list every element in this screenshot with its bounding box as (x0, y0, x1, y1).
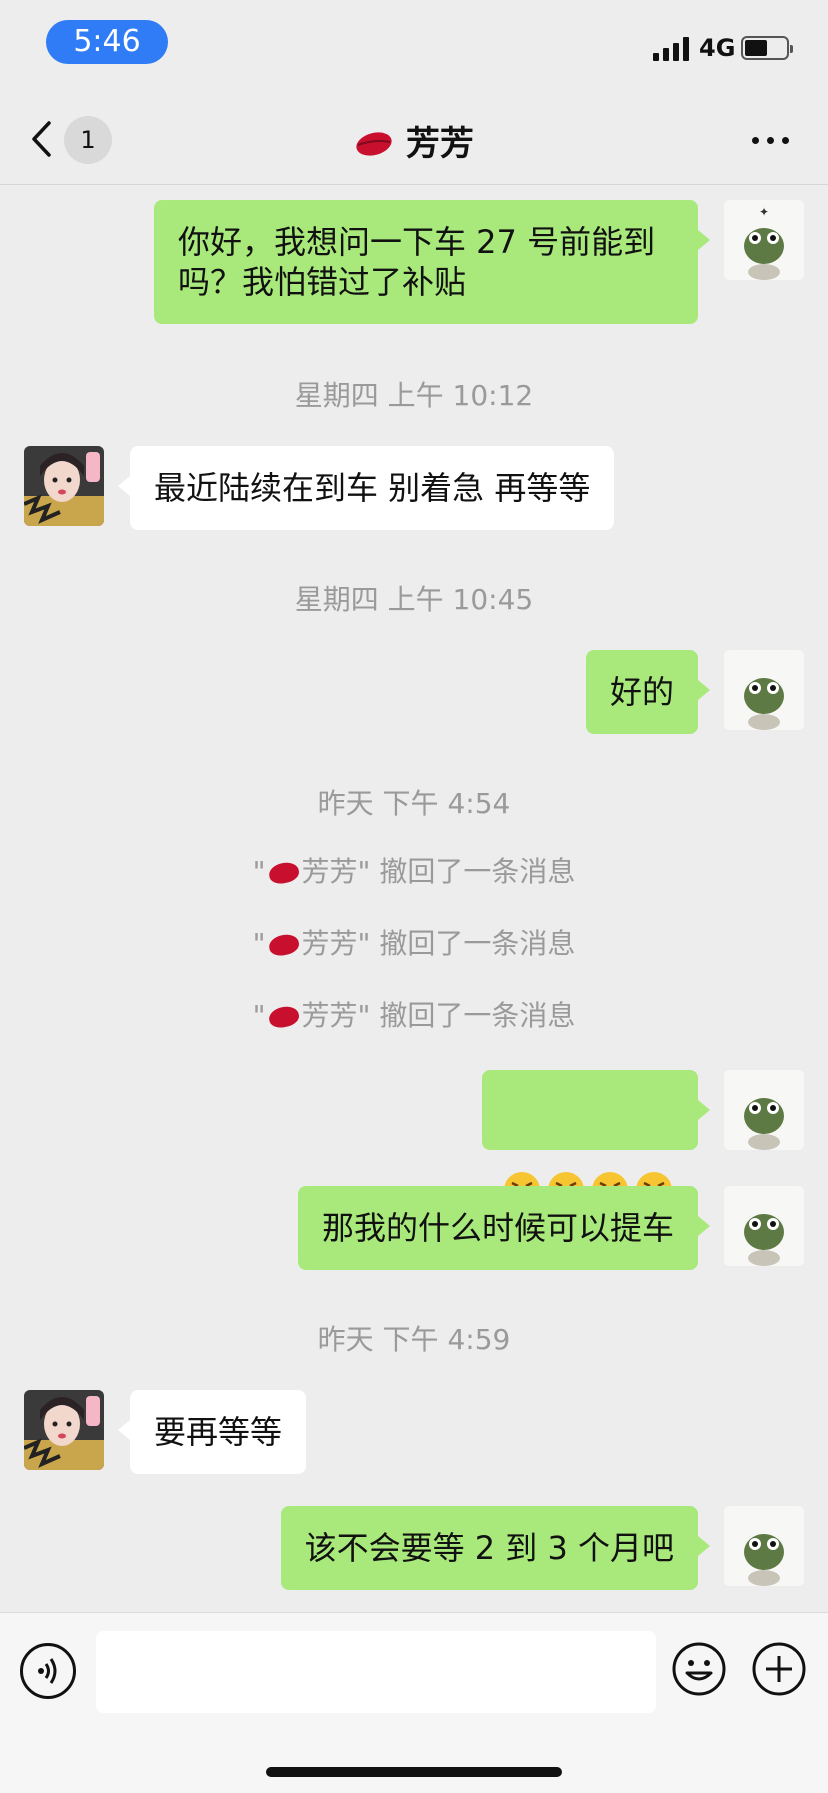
status-time[interactable]: 5:46 (46, 20, 168, 64)
status-bar: 5:46 4G (0, 0, 828, 88)
recall-notice: " 芳芳" 撤回了一条消息 (252, 927, 576, 960)
my-avatar[interactable] (724, 1186, 804, 1266)
message-input[interactable] (96, 1631, 656, 1713)
message-bubble-outgoing[interactable]: 那我的什么时候可以提车 (297, 1186, 711, 1270)
recall-text: 撤回了一条消息 (379, 855, 576, 888)
recall-text: 撤回了一条消息 (379, 927, 576, 960)
chat-title-name: 芳芳 (405, 124, 474, 164)
input-bar (0, 1612, 828, 1793)
kiss-mark-icon (266, 932, 301, 958)
message-bubble-incoming[interactable]: 要再等等 (117, 1390, 307, 1474)
contact-avatar-image (24, 1390, 104, 1470)
recall-name: 芳芳 (301, 855, 358, 888)
contact-avatar[interactable] (24, 446, 104, 526)
recall-notice: " 芳芳" 撤回了一条消息 (252, 855, 576, 888)
frog-avatar-image (724, 650, 804, 730)
battery-level (745, 40, 767, 56)
frog-avatar-image (724, 1070, 804, 1150)
message-bubble-outgoing[interactable] (482, 1070, 710, 1208)
message-bubble-outgoing[interactable]: 好的 (585, 650, 711, 734)
timestamp: 星期四 上午 10:45 (294, 583, 534, 616)
smiley-icon (672, 1642, 726, 1696)
contact-avatar[interactable] (24, 1390, 104, 1470)
more-options-button[interactable] (746, 122, 796, 158)
svg-text:✦: ✦ (759, 205, 769, 219)
timestamp: 星期四 上午 10:12 (294, 379, 534, 412)
timestamp: 昨天 下午 4:54 (317, 787, 511, 820)
kiss-mark-icon (266, 1004, 301, 1030)
voice-wave-icon (38, 1658, 57, 1684)
frog-avatar-image: ✦ (724, 200, 804, 280)
my-avatar[interactable]: ✦ (724, 200, 804, 280)
more-dot (782, 137, 789, 144)
chat-title: 芳芳 (0, 116, 828, 165)
recall-text: 撤回了一条消息 (379, 999, 576, 1032)
recall-name: 芳芳 (301, 999, 358, 1032)
voice-input-button[interactable] (20, 1643, 76, 1699)
network-type: 4G (699, 34, 736, 62)
message-bubble-incoming[interactable]: 最近陆续在到车 别着急 再等等 (117, 446, 615, 530)
my-avatar[interactable] (724, 650, 804, 730)
more-dot (752, 137, 759, 144)
recall-notice: " 芳芳" 撤回了一条消息 (252, 999, 576, 1032)
my-avatar[interactable] (724, 1506, 804, 1586)
timestamp: 昨天 下午 4:59 (317, 1323, 511, 1356)
cellular-signal-icon (653, 37, 691, 61)
frog-avatar-image (724, 1506, 804, 1586)
message-bubble-outgoing[interactable]: 你好，我想问一下车 27 号前能到吗？我怕错过了补贴 (154, 200, 710, 324)
home-indicator[interactable] (266, 1767, 562, 1777)
battery-icon (741, 36, 793, 60)
message-bubble-outgoing[interactable]: 该不会要等 2 到 3 个月吧 (280, 1506, 711, 1590)
emoji-button[interactable] (671, 1641, 727, 1697)
plus-icon (752, 1642, 806, 1696)
frog-avatar-image (724, 1186, 804, 1266)
contact-avatar-image (24, 446, 104, 526)
recall-name: 芳芳 (301, 927, 358, 960)
kiss-mark-icon (266, 860, 301, 886)
chat-header: 1 芳芳 (0, 96, 828, 185)
battery-nub (790, 45, 793, 53)
more-dot (767, 137, 774, 144)
my-avatar[interactable] (724, 1070, 804, 1150)
kiss-mark-icon (356, 132, 392, 156)
more-functions-button[interactable] (751, 1641, 807, 1697)
